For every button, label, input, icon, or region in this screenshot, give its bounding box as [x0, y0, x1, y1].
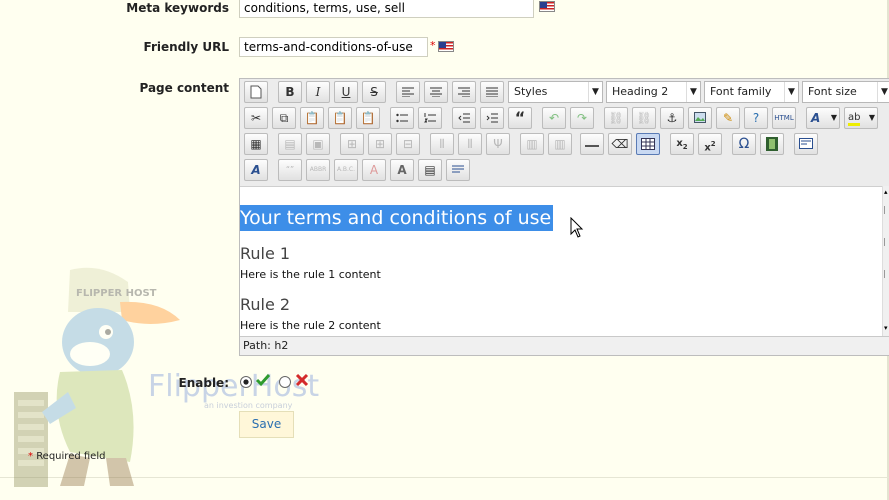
align-right-button[interactable]	[452, 81, 476, 103]
editor-scrollbar[interactable]: ▴ ▾	[882, 186, 889, 336]
outdent-icon[interactable]	[452, 107, 476, 129]
cross-icon	[295, 373, 309, 387]
checkmark-icon	[255, 374, 271, 387]
new-document-button[interactable]	[244, 81, 268, 103]
svg-text:FLIPPER HOST: FLIPPER HOST	[76, 288, 157, 299]
chevron-down-icon: ▼	[784, 82, 798, 102]
bullet-list-icon[interactable]	[390, 107, 414, 129]
cut-icon[interactable]: ✂	[244, 107, 268, 129]
special-char-icon[interactable]: Ω	[732, 133, 756, 155]
cell-props-icon[interactable]: ▣	[306, 133, 330, 155]
delete-col-icon[interactable]: Ψ	[486, 133, 510, 155]
insert-row-before-icon[interactable]: ⊞	[340, 133, 364, 155]
insert-col-after-icon[interactable]: ⫴	[458, 133, 482, 155]
style-props-icon[interactable]: A	[244, 159, 268, 181]
strikethrough-button[interactable]: S	[362, 81, 386, 103]
editor-content-area[interactable]: Your terms and conditions of use Rule 1 …	[240, 186, 882, 336]
align-center-button[interactable]	[424, 81, 448, 103]
rule-2-heading[interactable]: Rule 2	[240, 295, 290, 314]
required-field-note: * Required field	[28, 451, 105, 462]
rule-1-text[interactable]: Here is the rule 1 content	[240, 268, 381, 281]
paste-icon[interactable]: 📋	[300, 107, 324, 129]
template-icon[interactable]	[794, 133, 818, 155]
link-icon[interactable]: ⛓	[604, 107, 628, 129]
cite-icon[interactable]: “”	[278, 159, 302, 181]
anchor-icon[interactable]: ⚓	[660, 107, 684, 129]
required-field-text: Required field	[36, 451, 106, 462]
chevron-down-icon: ▼	[877, 82, 889, 102]
split-cells-icon[interactable]: ▥	[520, 133, 544, 155]
toolbar-row-1: B I U S Styles ▼ Heading 2 ▼ Font family ▼ …	[242, 81, 889, 105]
blockquote-icon[interactable]: “	[508, 107, 532, 129]
editor-path-bar: Path: h2	[240, 336, 889, 355]
meta-keywords-label: Meta keywords	[126, 1, 229, 15]
us-flag-icon	[438, 41, 454, 52]
text-color-icon[interactable]: A ▼	[806, 107, 840, 129]
delete-row-icon[interactable]: ⊟	[396, 133, 420, 155]
attributes-icon[interactable]: ▤	[418, 159, 442, 181]
rich-text-editor: B I U S Styles ▼ Heading 2 ▼ Font family ▼ …	[239, 78, 889, 356]
paste-text-icon[interactable]: 📋	[328, 107, 352, 129]
insert-text-icon[interactable]: A	[390, 159, 414, 181]
selected-heading[interactable]: Your terms and conditions of use	[240, 205, 554, 231]
media-icon[interactable]	[760, 133, 784, 155]
us-flag-icon	[539, 1, 555, 12]
insert-col-before-icon[interactable]: ⫴	[430, 133, 454, 155]
font-family-dropdown[interactable]: Font family ▼	[704, 81, 799, 103]
toolbar-row-2: ✂ ⧉ 📋 📋 📋 “ ↶ ↷ ⛓ ⛓ ⚓ ✎ ? HTML A ▼ ab ▼	[242, 107, 889, 131]
italic-button[interactable]: I	[306, 81, 330, 103]
rule-2-text[interactable]: Here is the rule 2 content	[240, 319, 381, 332]
delete-text-icon[interactable]: A	[362, 159, 386, 181]
highlight-color-icon[interactable]: ab ▼	[844, 107, 878, 129]
required-star: *	[430, 39, 436, 52]
chevron-down-icon: ▼	[686, 82, 700, 102]
visual-chars-icon[interactable]	[446, 159, 470, 181]
align-justify-button[interactable]	[480, 81, 504, 103]
row-props-icon[interactable]: ▤	[278, 133, 302, 155]
remove-format-icon[interactable]: ⌫	[608, 133, 632, 155]
mouse-cursor-icon	[570, 217, 584, 238]
font-size-dropdown[interactable]: Font size ▼	[802, 81, 889, 103]
insert-row-after-icon[interactable]: ⊞	[368, 133, 392, 155]
chevron-down-icon: ▼	[588, 82, 602, 102]
styles-dropdown[interactable]: Styles ▼	[508, 81, 603, 103]
indent-icon[interactable]	[480, 107, 504, 129]
enable-yes-radio[interactable]	[239, 375, 253, 389]
svg-text:an investion company: an investion company	[204, 401, 293, 410]
meta-keywords-input[interactable]: conditions, terms, use, sell	[239, 0, 534, 18]
copy-icon[interactable]: ⧉	[272, 107, 296, 129]
rule-1-heading[interactable]: Rule 1	[240, 244, 290, 263]
format-dropdown[interactable]: Heading 2 ▼	[606, 81, 701, 103]
paste-word-icon[interactable]: 📋	[356, 107, 380, 129]
enable-label: Enable:	[178, 376, 229, 390]
friendly-url-input[interactable]: terms-and-conditions-of-use	[239, 37, 428, 57]
undo-icon[interactable]: ↶	[542, 107, 566, 129]
cleanup-icon[interactable]: ✎	[716, 107, 740, 129]
enable-no-radio[interactable]	[278, 375, 292, 389]
table-icon[interactable]	[636, 133, 660, 155]
html-source-icon[interactable]: HTML	[772, 107, 796, 129]
toolbar-row-3: ▦ ▤ ▣ ⊞ ⊞ ⊟ ⫴ ⫴ Ψ ▥ ▥ ⌫ x2 x2 Ω	[242, 133, 889, 157]
save-button[interactable]: Save	[239, 411, 294, 438]
required-star: *	[28, 451, 33, 462]
underline-button[interactable]: U	[334, 81, 358, 103]
redo-icon[interactable]: ↷	[570, 107, 594, 129]
horizontal-rule-icon[interactable]	[580, 133, 604, 155]
visual-aid-icon[interactable]: ▦	[244, 133, 268, 155]
toolbar-row-4: A “” ABBR A.B.C. A A ▤	[242, 159, 889, 183]
page-content-label: Page content	[139, 81, 229, 95]
merge-cells-icon[interactable]: ▥	[548, 133, 572, 155]
acronym-icon[interactable]: A.B.C.	[334, 159, 358, 181]
align-left-button[interactable]	[396, 81, 420, 103]
superscript-icon[interactable]: x2	[698, 133, 722, 155]
unlink-icon[interactable]: ⛓	[632, 107, 656, 129]
friendly-url-label: Friendly URL	[143, 40, 229, 54]
numbered-list-icon[interactable]	[418, 107, 442, 129]
abbr-icon[interactable]: ABBR	[306, 159, 330, 181]
bold-button[interactable]: B	[278, 81, 302, 103]
help-icon[interactable]: ?	[744, 107, 768, 129]
subscript-icon[interactable]: x2	[670, 133, 694, 155]
image-icon[interactable]	[688, 107, 712, 129]
